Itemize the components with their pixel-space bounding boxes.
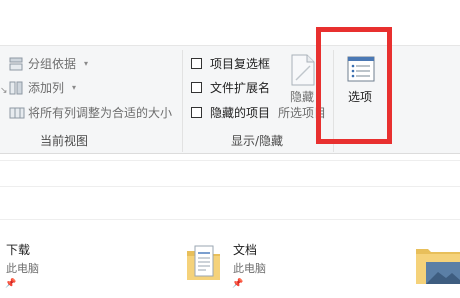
hidden-items-toggle[interactable]: 隐藏的项目 xyxy=(188,104,288,122)
quick-access-item-pictures[interactable] xyxy=(414,244,460,290)
documents-folder-icon xyxy=(187,245,220,280)
content-divider xyxy=(0,186,460,187)
hidden-items-checkbox[interactable] xyxy=(191,107,202,118)
pictures-folder-icon xyxy=(416,249,460,284)
chevron-down-icon: ▾ xyxy=(84,59,89,68)
add-column-icon xyxy=(9,81,23,95)
add-column-label: 添加列 xyxy=(28,81,65,95)
chevron-down-icon: ▾ xyxy=(72,83,77,92)
content-divider xyxy=(0,219,460,220)
item-location: 此电脑 xyxy=(6,262,39,275)
item-location: 此电脑 xyxy=(233,262,266,275)
size-all-columns-button[interactable]: 将所有列调整为合适的大小 xyxy=(6,104,176,122)
show-hide-group-label: 显示/隐藏 xyxy=(231,134,284,148)
item-checkboxes-checkbox[interactable] xyxy=(191,58,202,69)
item-checkboxes-toggle[interactable]: 项目复选框 xyxy=(188,55,288,73)
group-by-label: 分组依据 xyxy=(28,57,77,71)
hide-selected-label-line1: 隐藏 xyxy=(290,90,315,104)
file-extensions-toggle[interactable]: 文件扩展名 xyxy=(188,79,288,97)
current-view-group-label: 当前视图 xyxy=(40,134,89,148)
size-columns-icon xyxy=(9,107,25,119)
ribbon-group-divider xyxy=(182,50,183,152)
add-column-button[interactable]: 添加列 ▾ xyxy=(6,79,96,97)
pin-icon: 📌 xyxy=(232,279,244,289)
quick-access-item-documents[interactable]: 文档 此电脑 📌 xyxy=(186,238,336,290)
hidden-items-label: 隐藏的项目 xyxy=(210,106,271,120)
pin-icon: 📌 xyxy=(5,279,17,289)
file-extensions-label: 文件扩展名 xyxy=(210,81,271,95)
quick-access-item-downloads[interactable]: 下载 此电脑 📌 xyxy=(0,238,120,290)
address-bar-divider xyxy=(0,160,460,161)
pin-icon: ↘ xyxy=(0,86,8,96)
file-extensions-checkbox[interactable] xyxy=(191,82,202,93)
hide-document-icon xyxy=(291,54,315,86)
item-checkboxes-label: 项目复选框 xyxy=(210,57,271,71)
highlight-box xyxy=(316,27,392,144)
size-all-columns-label: 将所有列调整为合适的大小 xyxy=(28,106,173,120)
group-by-button[interactable]: 分组依据 ▾ xyxy=(6,55,96,73)
item-name: 下载 xyxy=(6,243,31,257)
group-by-icon xyxy=(9,57,23,71)
item-name: 文档 xyxy=(233,243,258,257)
